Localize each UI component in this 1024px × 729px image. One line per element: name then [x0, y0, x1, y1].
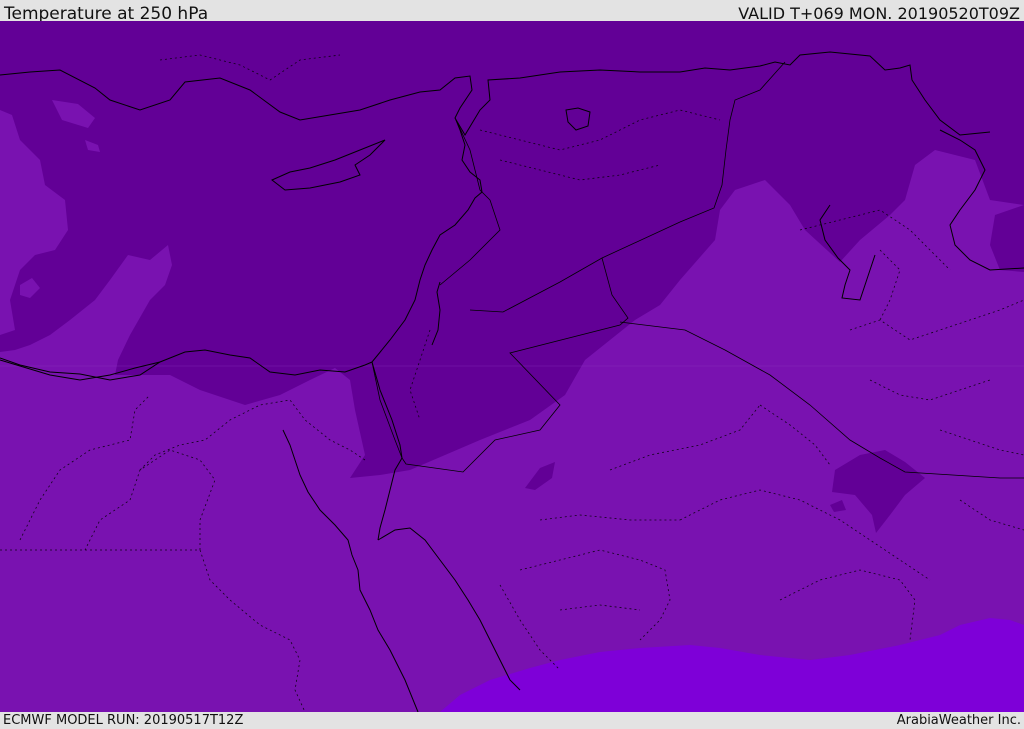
temperature-map — [0, 21, 1024, 712]
model-run-label: ECMWF MODEL RUN: 20190517T12Z — [3, 713, 244, 728]
credit-label: ArabiaWeather Inc. — [896, 713, 1021, 728]
map-header: Temperature at 250 hPa VALID T+069 MON. … — [0, 0, 1024, 24]
map-panel — [0, 21, 1024, 712]
map-footer: ECMWF MODEL RUN: 20190517T12Z ArabiaWeat… — [0, 712, 1024, 729]
